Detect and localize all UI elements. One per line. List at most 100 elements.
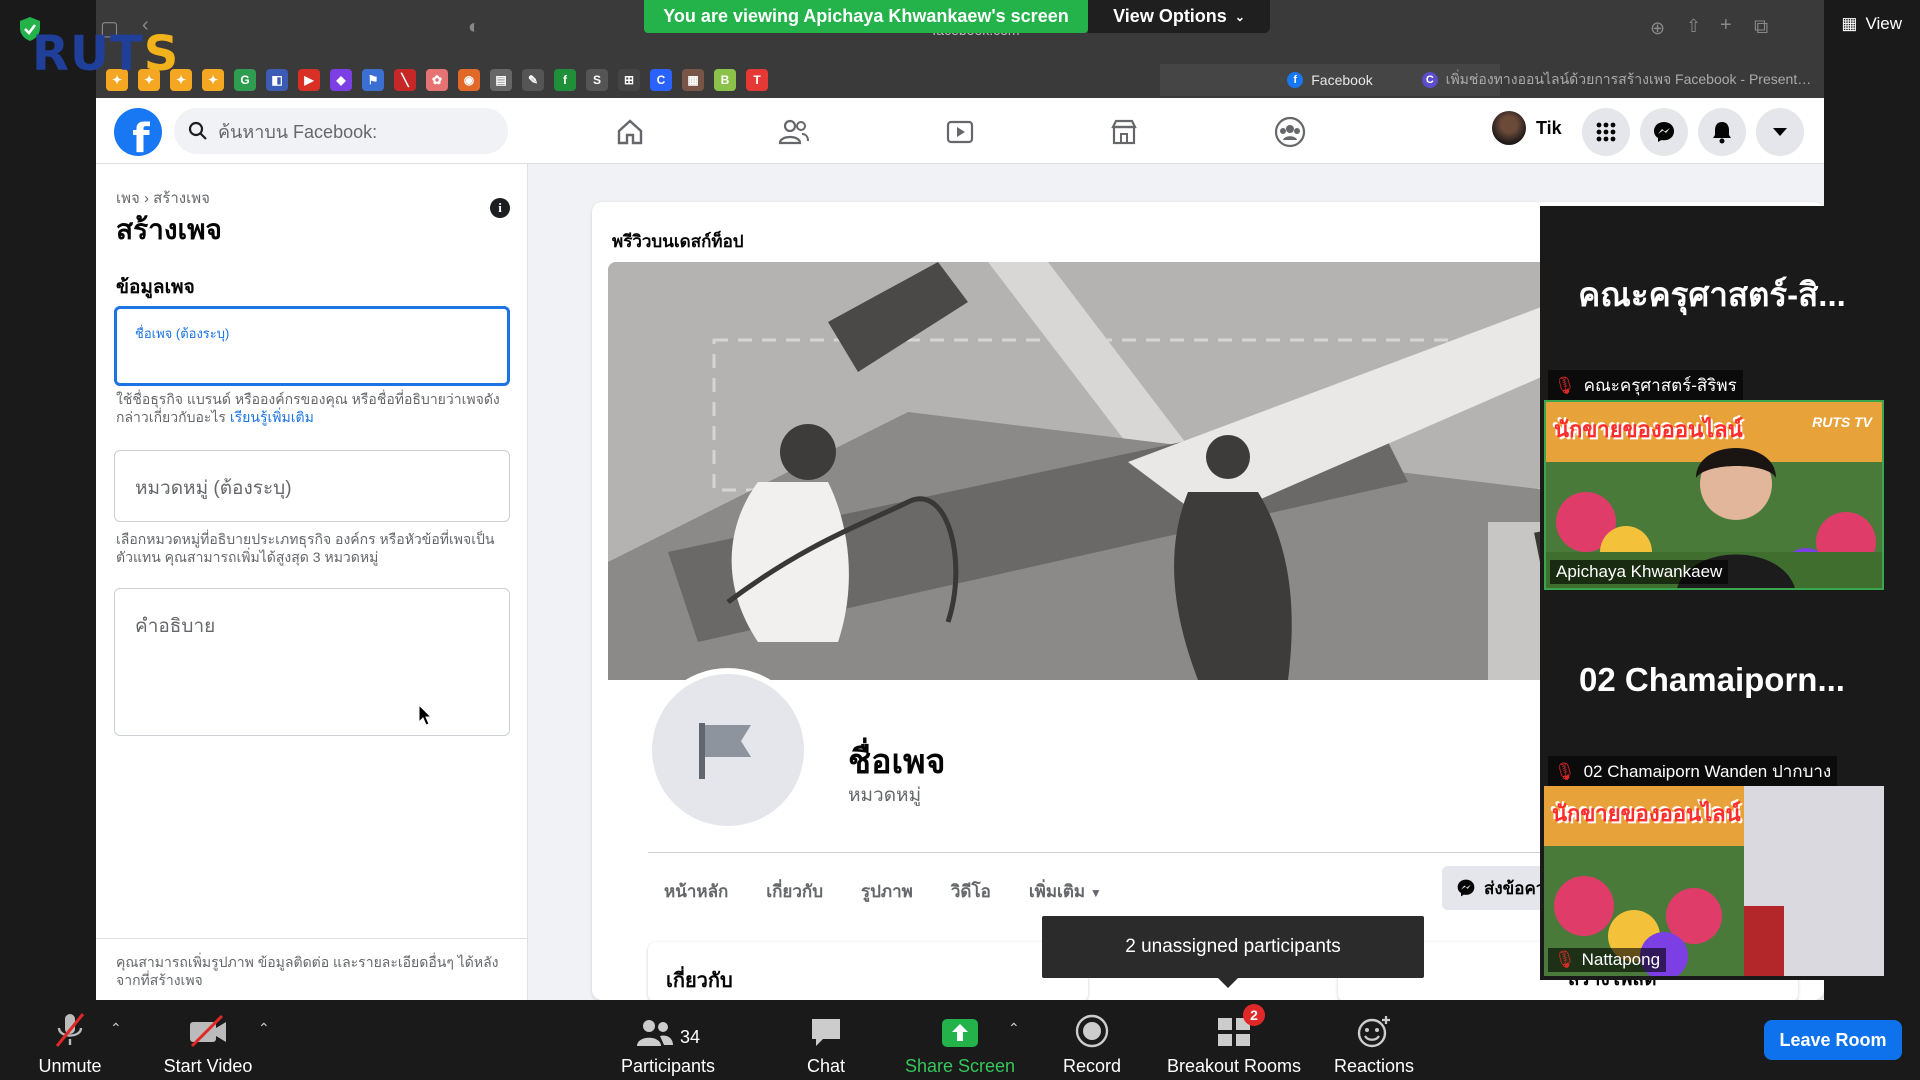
category-input[interactable]: หมวดหมู่ (ต้องระบุ) [114, 450, 510, 522]
messenger-button[interactable] [1640, 108, 1688, 156]
messenger-icon [1457, 879, 1475, 897]
description-textarea[interactable]: คำอธิบาย [114, 588, 510, 736]
bookmark-icon[interactable]: f [554, 69, 576, 91]
tab-presentation[interactable]: C เพิ่มช่องทางออนไลน์ด้วยการสร้างเพจ Fac… [1410, 64, 1824, 96]
info-icon[interactable]: i [490, 198, 510, 218]
section-title: ข้อมูลเพจ [116, 277, 195, 298]
about-card-title: เกี่ยวกับ [666, 970, 733, 992]
preview-tab-more-label: เพิ่มเติม [1028, 882, 1086, 901]
nav-home[interactable] [602, 108, 658, 156]
facebook-logo-icon[interactable]: f [114, 108, 162, 156]
zoom-toolbar: Unmute ⌃ Start Video ⌃ 34 Participants C… [0, 1000, 1920, 1080]
participants-button[interactable]: 34 Participants [598, 1008, 738, 1077]
bookmark-icon[interactable]: T [746, 69, 768, 91]
participant-tile-label: 🎙︎ 02 Chamaiporn Wanden ปากบาง [1548, 756, 1838, 787]
participant-video-tile[interactable]: นักขายของออนไลน์ RUTS TV Apichaya Khwank… [1544, 400, 1884, 590]
search-icon [188, 121, 207, 140]
panel-footer-hint: คุณสามารถเพิ่มรูปภาพ ข้อมูลติดต่อ และราย… [96, 938, 528, 1000]
share-screen-button[interactable]: Share Screen [890, 1008, 1030, 1077]
muted-mic-icon: 🎙︎ [1554, 375, 1576, 395]
preview-tab-photos[interactable]: รูปภาพ [861, 878, 913, 905]
zoom-top-bar: RUTS You are viewing Apichaya Khwankaew'… [0, 0, 1920, 82]
facebook-search-input[interactable]: ค้นหาบน Facebook: [174, 108, 508, 154]
profile-shortcut[interactable]: Tik [1492, 111, 1562, 145]
participant-video-label: Apichaya Khwankaew [1550, 560, 1729, 584]
record-button[interactable]: Record [1022, 1008, 1162, 1077]
bookmark-icon[interactable]: ✿ [426, 69, 448, 91]
muted-mic-icon [53, 1008, 87, 1048]
reactions-button[interactable]: Reactions [1304, 1008, 1444, 1077]
nav-watch[interactable] [932, 108, 988, 156]
bookmark-icon[interactable]: G [234, 69, 256, 91]
breakout-rooms-button[interactable]: 2 Breakout Rooms [1164, 1004, 1304, 1077]
share-options-caret-icon[interactable]: ⌃ [1008, 1020, 1020, 1037]
viewing-banner: You are viewing Apichaya Khwankaew's scr… [644, 0, 1088, 33]
preview-tab-videos[interactable]: วิดีโอ [951, 878, 991, 905]
home-icon [617, 119, 643, 145]
bookmark-icon[interactable]: B [714, 69, 736, 91]
preview-tab-home[interactable]: หน้าหลัก [664, 878, 728, 905]
bookmark-icon[interactable]: ▦ [682, 69, 704, 91]
page-name-input[interactable]: ชื่อเพจ (ต้องระบุ) [114, 306, 510, 386]
youtube-bookmark-icon[interactable]: ▶ [298, 69, 320, 91]
leave-room-button[interactable]: Leave Room [1764, 1020, 1902, 1060]
notifications-button[interactable] [1698, 108, 1746, 156]
bookmark-icon[interactable]: ⊞ [618, 69, 640, 91]
page-name-label: ชื่อเพจ (ต้องระบุ) [135, 326, 230, 341]
nav-friends[interactable] [766, 108, 822, 156]
menu-button[interactable] [1582, 108, 1630, 156]
participants-icon-group: 34 [636, 1008, 700, 1048]
bookmark-icon[interactable]: ⚑ [362, 69, 384, 91]
bookmark-icon[interactable]: C [650, 69, 672, 91]
start-video-button[interactable]: Start Video [138, 1008, 278, 1077]
avatar [1492, 111, 1526, 145]
record-label: Record [1062, 1056, 1122, 1076]
user-name: Tik [1536, 117, 1562, 138]
bookmark-icon[interactable]: ✦ [202, 69, 224, 91]
view-button[interactable]: ▦ View [1841, 14, 1902, 34]
participant-video-tile[interactable]: นักขายของออนไลน์ 🎙︎ Nattapong [1544, 786, 1884, 976]
bookmark-icon[interactable]: ▤ [490, 69, 512, 91]
grid-view-icon: ▦ [1841, 14, 1858, 33]
participant-tile-name: คณะครุศาสตร์-สิ... [1578, 275, 1846, 313]
bookmark-icon[interactable]: ◉ [458, 69, 480, 91]
bookmark-icon[interactable]: ✎ [522, 69, 544, 91]
bookmark-icon[interactable]: ╲ [394, 69, 416, 91]
apps-grid-icon [1596, 122, 1616, 142]
preview-label: พรีวิวบนเดสก์ท็อป [612, 232, 744, 251]
chevron-down-icon: ⌄ [1234, 9, 1245, 24]
participants-count: 34 [679, 1027, 701, 1047]
nav-groups[interactable] [1262, 108, 1318, 156]
view-options-button[interactable]: View Options ⌄ [1088, 0, 1270, 33]
chat-button[interactable]: Chat [756, 1008, 896, 1077]
breakout-rooms-label: Breakout Rooms [1166, 1056, 1302, 1076]
preview-tab-more[interactable]: เพิ่มเติม ▼ [1029, 878, 1102, 905]
video-off-icon [188, 1008, 228, 1048]
tab-presentation-label: เพิ่มช่องทางออนไลน์ด้วยการสร้างเพจ Faceb… [1445, 71, 1818, 87]
preview-tab-about[interactable]: เกี่ยวกับ [766, 878, 823, 905]
bookmark-icon[interactable]: S [586, 69, 608, 91]
unmute-label: Unmute [38, 1056, 102, 1076]
account-button[interactable] [1756, 108, 1804, 156]
video-banner-text: นักขายของออนไลน์ [1552, 801, 1741, 826]
participant-gallery: คณะครุศาสตร์-สิ... 🎙︎ คณะครุศาสตร์-สิริพ… [1540, 206, 1884, 980]
bookmark-icon[interactable]: ◧ [266, 69, 288, 91]
video-options-caret-icon[interactable]: ⌃ [258, 1020, 270, 1037]
participants-label: Participants [620, 1056, 716, 1076]
breadcrumb[interactable]: เพจ › สร้างเพจ [116, 186, 210, 210]
participant-tile-name: 02 Chamaiporn... [1579, 661, 1845, 698]
participant-name: คณะครุศาสตร์-สิริพร [1583, 376, 1737, 395]
bookmark-icon[interactable]: ◆ [330, 69, 352, 91]
category-placeholder: หมวดหมู่ (ต้องระบุ) [135, 478, 292, 499]
audio-options-caret-icon[interactable]: ⌃ [110, 1020, 122, 1037]
groups-icon [1274, 116, 1306, 148]
learn-more-link[interactable]: เรียนรู้เพิ่มเติม [230, 409, 314, 425]
nav-marketplace[interactable] [1096, 108, 1152, 156]
profile-picture-placeholder [646, 668, 810, 832]
zoom-window: ▢ ‹ ◐ facebook.com ↻ ⊕ ⇧ + ⧉ ✦ ✦ ✦ ✦ G ◧… [0, 0, 1920, 1080]
unmute-button[interactable]: Unmute [0, 1008, 140, 1077]
facebook-tab-icon: f [1287, 72, 1304, 88]
participant-tile-label: 🎙︎ คณะครุศาสตร์-สิริพร [1548, 370, 1743, 401]
create-page-panel: เพจ › สร้างเพจ สร้างเพจ i ข้อมูลเพจ ชื่อ… [96, 164, 528, 1000]
mouse-cursor-icon [418, 704, 432, 726]
